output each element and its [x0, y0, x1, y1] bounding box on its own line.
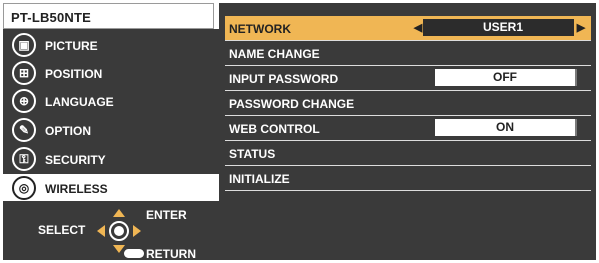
password-change-label: PASSWORD CHANGE [229, 97, 355, 111]
sidebar-item-wireless[interactable]: ◎ WIRELESS [3, 174, 219, 201]
option-icon: ✎ [12, 118, 36, 142]
position-icon: ⊞ [12, 61, 36, 85]
status-row[interactable]: STATUS [225, 141, 591, 166]
language-icon: ⊕ [12, 89, 36, 113]
web-control-value[interactable]: ON [435, 119, 577, 136]
sidebar-item-label: OPTION [45, 124, 92, 138]
input-password-row[interactable]: INPUT PASSWORD OFF [225, 66, 591, 91]
status-label: STATUS [229, 147, 276, 161]
password-change-row[interactable]: PASSWORD CHANGE [225, 91, 591, 116]
web-control-label: WEB CONTROL [229, 122, 320, 136]
return-hint: RETURN [146, 247, 196, 261]
sidebar-item-label: PICTURE [45, 39, 98, 53]
projector-osd: PT-LB50NTE ▣ PICTURE ⊞ POSITION ⊕ LANGUA… [0, 0, 599, 263]
network-value[interactable]: USER1 [423, 19, 583, 36]
direction-pad-icon [97, 209, 141, 253]
initialize-row[interactable]: INITIALIZE [225, 166, 591, 191]
arrow-right-icon[interactable]: ▶ [574, 18, 588, 37]
web-control-row[interactable]: WEB CONTROL ON [225, 116, 591, 141]
sidebar-item-position[interactable]: ⊞ POSITION [3, 59, 219, 87]
network-label: NETWORK [229, 22, 291, 36]
sidebar-item-label: POSITION [45, 67, 103, 81]
sidebar-item-label: WIRELESS [45, 182, 108, 196]
name-change-label: NAME CHANGE [229, 47, 320, 61]
network-row[interactable]: NETWORK ◀ USER1 ▶ [225, 16, 591, 41]
model-title-box: PT-LB50NTE [3, 3, 214, 29]
enter-hint: ENTER [146, 208, 187, 222]
return-button-icon [124, 249, 144, 258]
sidebar-item-label: SECURITY [45, 153, 106, 167]
model-name: PT-LB50NTE [11, 10, 92, 25]
picture-icon: ▣ [12, 33, 36, 57]
sidebar-item-option[interactable]: ✎ OPTION [3, 116, 219, 144]
sidebar-item-label: LANGUAGE [45, 95, 114, 109]
name-change-row[interactable]: NAME CHANGE [225, 41, 591, 66]
input-password-label: INPUT PASSWORD [229, 72, 339, 86]
sidebar-item-security[interactable]: ⚿ SECURITY [3, 145, 219, 173]
navigation-help: SELECT ENTER RETURN [3, 203, 219, 261]
sidebar-item-picture[interactable]: ▣ PICTURE [3, 31, 219, 59]
select-hint: SELECT [38, 223, 86, 237]
sidebar-item-language[interactable]: ⊕ LANGUAGE [3, 87, 219, 115]
security-icon: ⚿ [12, 147, 36, 171]
initialize-label: INITIALIZE [229, 172, 290, 186]
wireless-icon: ◎ [12, 176, 36, 200]
input-password-value[interactable]: OFF [435, 69, 577, 86]
